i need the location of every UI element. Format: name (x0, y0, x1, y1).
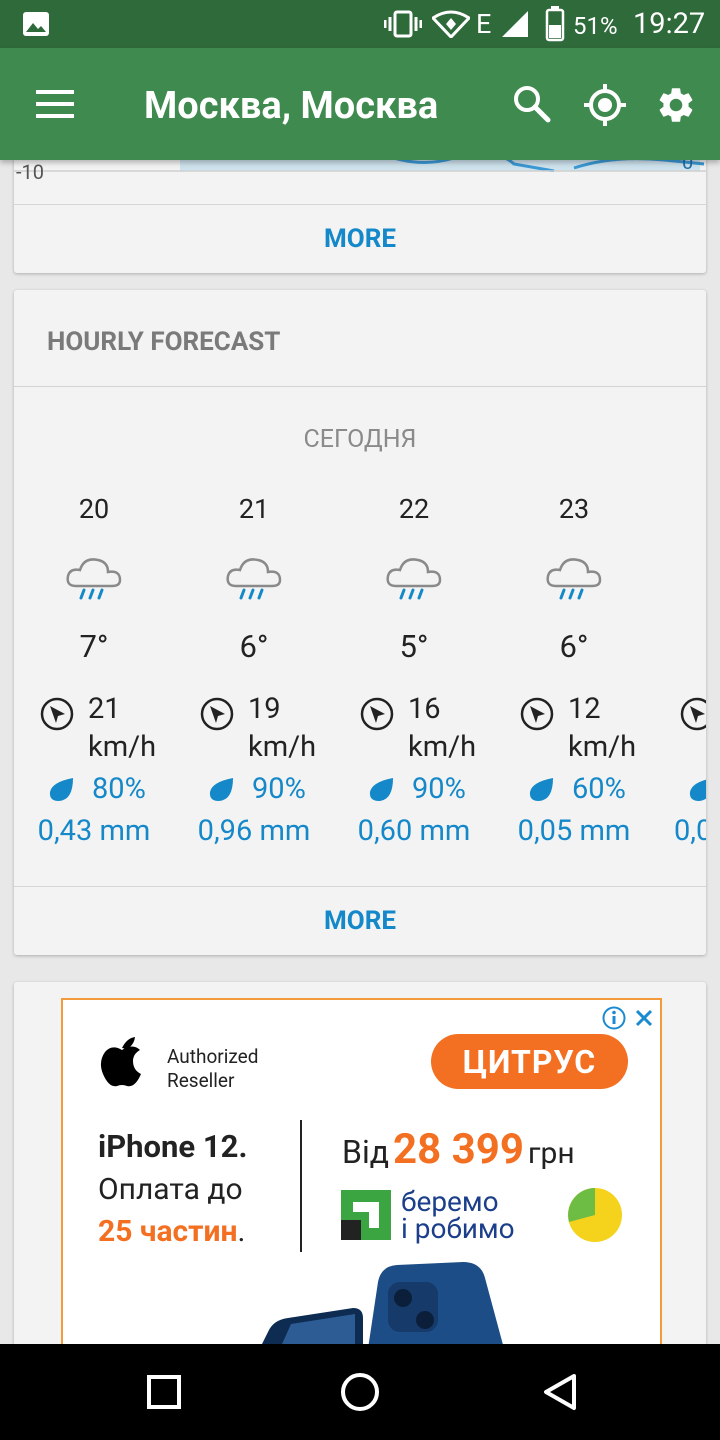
navigation-bar (0, 1344, 720, 1440)
hour-temperature: 6° (559, 628, 589, 665)
drop-icon (369, 778, 393, 801)
ad-banner[interactable]: Authorized Reseller ЦИТРУС iPhone 12. Оп… (61, 998, 662, 1382)
chart-y-label: -10 (16, 160, 45, 184)
vibrate-icon (384, 10, 422, 38)
bank-line2: і робимо (401, 1212, 515, 1245)
precip-probability: 90% (252, 772, 306, 806)
precip-probability: 80% (92, 772, 146, 806)
price-prefix: Від (342, 1133, 390, 1171)
precip-amount: 0,96 mm (197, 814, 311, 848)
wind-speed: 21 (88, 692, 121, 726)
hour-label: 23 (558, 493, 590, 525)
hourly-title: HOURLY FORECAST (47, 327, 281, 357)
ad-close-icon[interactable] (634, 1008, 654, 1028)
ad-divider (300, 1120, 302, 1252)
privat-logo (341, 1190, 391, 1240)
app-toolbar: Москва, Москва (0, 48, 720, 160)
hourly-forecast-card: HOURLY FORECAST СЕГОДНЯ 20 7° 21 km/h 80%… (14, 290, 706, 955)
price-value: 28 399 (393, 1125, 524, 1174)
brand-logo: ЦИТРУС (431, 1034, 628, 1089)
drop-icon (49, 778, 73, 801)
image-icon (23, 12, 49, 36)
hour-temperature: 6° (239, 628, 269, 665)
hour-label: 20 (78, 493, 110, 525)
search-icon[interactable] (512, 84, 552, 124)
hour-label: 21 (238, 493, 270, 525)
wind-info: 21 km/h (88, 690, 156, 766)
rain-cloud-icon (386, 558, 442, 600)
wind-speed: 16 (408, 692, 441, 726)
wind-unit: km/h (248, 730, 317, 764)
ad-highlight-suffix: . (237, 1214, 246, 1249)
reseller-text: Authorized Reseller (167, 1045, 258, 1093)
back-icon[interactable] (542, 1373, 578, 1411)
wind-speed: 12 (568, 692, 601, 726)
precip-probability: 90% (412, 772, 466, 806)
divider (14, 386, 706, 387)
chart-more-button[interactable]: MORE (14, 204, 706, 273)
ad-line2: Оплата до (98, 1172, 243, 1207)
wind-unit: km/h (408, 730, 477, 764)
wind-speed: 19 (248, 692, 281, 726)
drop-icon (209, 778, 233, 801)
day-label: СЕГОДНЯ (303, 425, 417, 454)
home-icon[interactable] (340, 1372, 380, 1412)
wind-direction-icon (360, 697, 394, 731)
reseller-line2: Reseller (167, 1069, 235, 1092)
wind-info: 16 km/h (408, 690, 476, 766)
location-title[interactable]: Москва, Москва (144, 84, 438, 128)
rain-cloud-icon (546, 558, 602, 600)
precip-amount: 0,60 mm (357, 814, 471, 848)
settings-icon[interactable] (655, 84, 697, 126)
hour-temperature: 5° (399, 628, 429, 665)
reseller-line1: Authorized (167, 1045, 259, 1068)
precip-amount-partial: 0,0 (674, 814, 706, 848)
recents-icon[interactable] (147, 1375, 181, 1409)
status-bar: E 51% 19:27 (0, 0, 720, 48)
precip-amount: 0,43 mm (37, 814, 151, 848)
location-icon[interactable] (583, 83, 627, 127)
menu-icon[interactable] (36, 88, 76, 120)
wind-info: 19 km/h (248, 690, 316, 766)
wifi-icon (432, 10, 470, 38)
rain-cloud-icon (226, 558, 282, 600)
battery-percent: 51% (573, 12, 618, 40)
ad-price-line: Від 28 399 грн (342, 1125, 575, 1174)
wind-direction-icon (200, 697, 234, 731)
wind-direction-icon (680, 697, 706, 731)
ad-highlight-text: 25 частин (98, 1214, 238, 1249)
rain-cloud-icon (66, 558, 122, 600)
hour-temperature: 7° (79, 628, 109, 665)
signal-icon (502, 11, 528, 37)
bank-slogan: беремо і робимо (401, 1188, 515, 1245)
drop-icon (529, 778, 553, 801)
battery-icon (545, 6, 565, 42)
network-type: E (476, 8, 492, 40)
ad-highlight: 25 частин. (98, 1214, 245, 1249)
precip-amount: 0,05 mm (517, 814, 631, 848)
precip-probability: 60% (572, 772, 626, 806)
wind-direction-icon (40, 697, 74, 731)
wind-info: 12 km/h (568, 690, 636, 766)
wind-unit: km/h (88, 730, 157, 764)
price-currency: грн (527, 1136, 575, 1171)
pie-logo (568, 1188, 622, 1242)
apple-logo (100, 1037, 141, 1087)
adchoices-info-icon[interactable] (602, 1006, 626, 1030)
drop-icon (689, 779, 706, 801)
wind-direction-icon (520, 697, 554, 731)
hour-label: 22 (398, 493, 430, 525)
hourly-more-button[interactable]: MORE (14, 886, 706, 955)
ad-product: iPhone 12. (98, 1128, 248, 1165)
clock: 19:27 (633, 7, 706, 41)
wind-unit: km/h (568, 730, 637, 764)
